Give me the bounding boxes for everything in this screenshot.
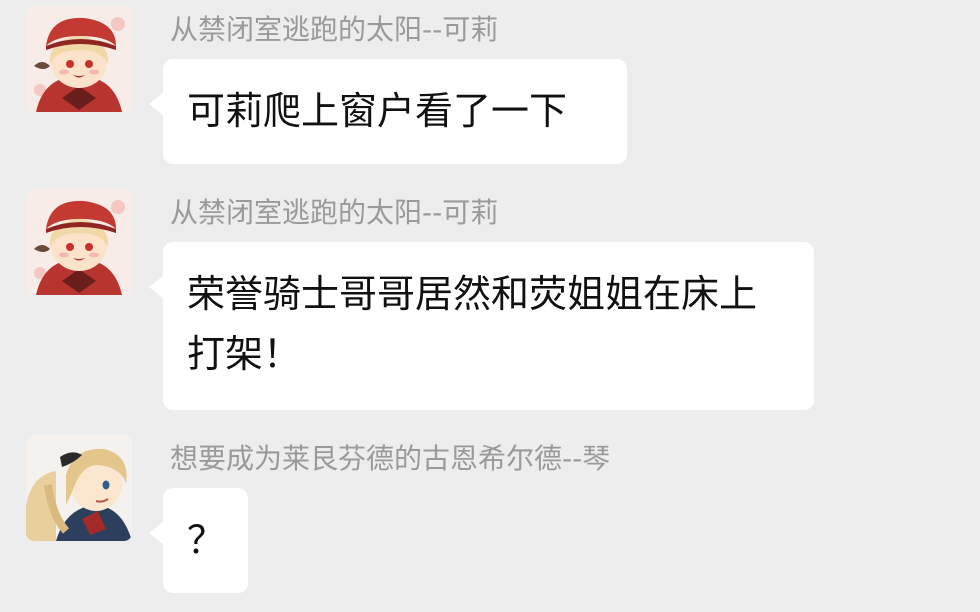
sender-name: 从禁闭室逃跑的太阳--可莉 bbox=[170, 196, 499, 229]
klee-avatar-image bbox=[26, 6, 132, 112]
message-text: 荣誉骑士哥哥居然和荧姐姐在床上打架！ bbox=[187, 272, 758, 376]
message-bubble[interactable]: 可莉爬上窗户看了一下 bbox=[149, 59, 627, 164]
klee-avatar[interactable] bbox=[26, 189, 132, 295]
sender-name: 从禁闭室逃跑的太阳--可莉 bbox=[170, 13, 499, 46]
jean-avatar-image bbox=[26, 435, 132, 541]
chat-view: 从禁闭室逃跑的太阳--可莉 可莉爬上窗户看了一下 从禁闭室逃跑的太阳--可莉 荣… bbox=[0, 0, 980, 612]
klee-avatar[interactable] bbox=[26, 6, 132, 112]
klee-avatar-image bbox=[26, 189, 132, 295]
jean-avatar[interactable] bbox=[26, 435, 132, 541]
message-bubble[interactable]: ？ bbox=[149, 488, 248, 593]
message-bubble[interactable]: 荣誉骑士哥哥居然和荧姐姐在床上打架！ bbox=[149, 242, 814, 410]
message-text: ？ bbox=[187, 518, 226, 562]
sender-name: 想要成为莱艮芬德的古恩希尔德--琴 bbox=[170, 442, 611, 475]
message-text: 可莉爬上窗户看了一下 bbox=[187, 89, 568, 133]
